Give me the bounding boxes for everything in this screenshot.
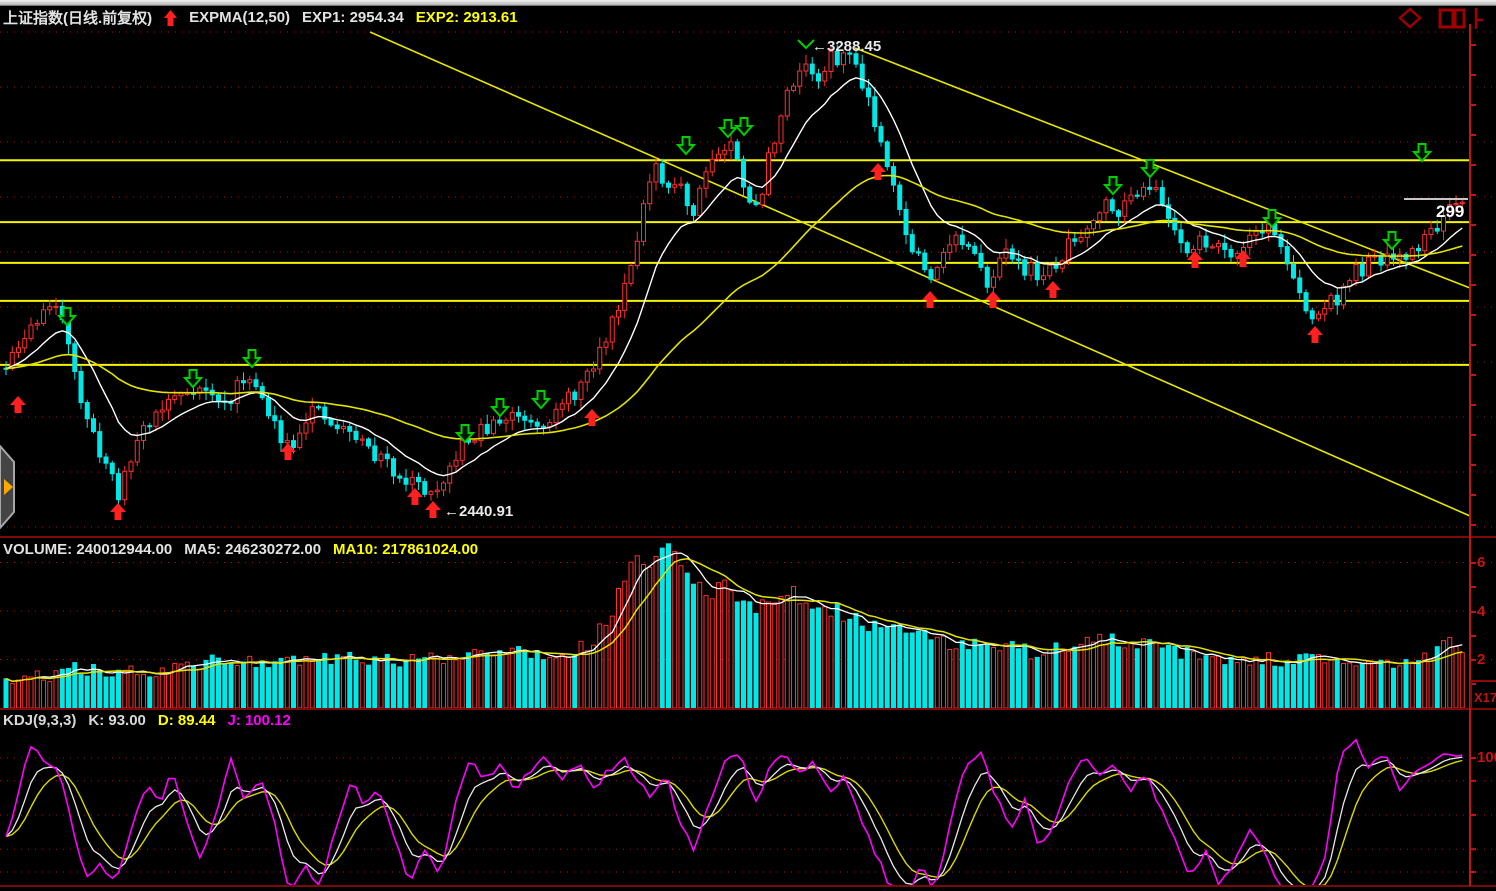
volume-ma5-value: MA5: 246230272.00 bbox=[184, 541, 321, 558]
sell-signal-arrow bbox=[1142, 160, 1158, 177]
price-pane-legend: 上证指数(日线.前复权) EXPMA(12,50) EXP1: 2954.34 … bbox=[3, 7, 518, 28]
buy-signal-arrow bbox=[10, 396, 26, 413]
buy-signal-arrow bbox=[425, 501, 441, 518]
sell-signal-arrow bbox=[1414, 144, 1430, 161]
window-controls bbox=[1392, 6, 1496, 30]
kdj-pane-legend: KDJ(9,3,3) K: 93.00 D: 89.44 J: 100.12 bbox=[3, 712, 291, 729]
grid-lines bbox=[0, 32, 1496, 872]
diamond-icon[interactable] bbox=[1400, 9, 1420, 27]
symbol-title: 上证指数(日线.前复权) bbox=[3, 7, 152, 28]
volume-axis-label-6: 6 bbox=[1477, 554, 1485, 571]
buy-signal-arrow bbox=[1187, 251, 1203, 268]
sell-signal-arrow bbox=[533, 391, 549, 408]
sell-signal-arrow bbox=[492, 399, 508, 416]
kdj-d-value: D: 89.44 bbox=[158, 712, 216, 729]
volume-value: VOLUME: 240012944.00 bbox=[3, 541, 172, 558]
sell-signal-arrow bbox=[1384, 232, 1400, 249]
volume-pane-legend: VOLUME: 240012944.00 MA5: 246230272.00 M… bbox=[3, 541, 478, 558]
trend-lines bbox=[370, 32, 1470, 516]
sell-signal-arrow bbox=[720, 120, 736, 137]
kdj-lines bbox=[6, 740, 1462, 886]
buy-signal-arrow bbox=[584, 409, 600, 426]
kdj-j-value: J: 100.12 bbox=[227, 712, 290, 729]
stock-app-window: 上证指数(日线.前复权) EXPMA(12,50) EXP1: 2954.34 … bbox=[0, 0, 1496, 891]
buy-signal-arrow bbox=[1307, 326, 1323, 343]
sell-signal-arrow bbox=[1105, 177, 1121, 194]
volume-bars bbox=[4, 544, 1464, 708]
up-arrow-icon bbox=[164, 10, 177, 26]
restore-window-icon[interactable] bbox=[1440, 8, 1483, 29]
sell-signal-arrow bbox=[678, 137, 694, 154]
last-price-pointer-line bbox=[1404, 198, 1468, 200]
volume-scale-label: X17 bbox=[1470, 680, 1496, 708]
support-level-lines bbox=[0, 160, 1470, 365]
exp1-value: EXP1: 2954.34 bbox=[302, 9, 404, 26]
window-top-edge bbox=[0, 0, 1496, 6]
high-price-annotation: ←3288.45 bbox=[812, 38, 881, 55]
candlesticks bbox=[4, 44, 1464, 507]
buy-signal-arrow bbox=[407, 488, 423, 505]
price-axis bbox=[1470, 24, 1476, 886]
kdj-name: KDJ(9,3,3) bbox=[3, 712, 76, 729]
buy-signal-arrow bbox=[985, 291, 1001, 308]
sell-signal-arrow bbox=[736, 118, 752, 135]
exp2-value: EXP2: 2913.61 bbox=[416, 9, 518, 26]
volume-axis-label-4: 4 bbox=[1477, 603, 1485, 620]
chart-canvas[interactable] bbox=[0, 0, 1496, 891]
low-price-annotation: ←2440.91 bbox=[444, 503, 513, 520]
buy-signal-arrow bbox=[110, 503, 126, 520]
kdj-k-value: K: 93.00 bbox=[88, 712, 146, 729]
buy-signal-arrow bbox=[922, 291, 938, 308]
indicator-name: EXPMA(12,50) bbox=[189, 9, 290, 26]
last-price-label: 299 bbox=[1436, 202, 1464, 222]
volume-ma10-value: MA10: 217861024.00 bbox=[333, 541, 478, 558]
buy-signal-arrow bbox=[1045, 281, 1061, 298]
signal-markers bbox=[10, 40, 1430, 520]
kdj-axis-label-100: 100 bbox=[1477, 749, 1496, 766]
sidebar-expand-handle[interactable] bbox=[0, 445, 24, 529]
volume-axis-label-2: 2 bbox=[1477, 651, 1485, 668]
sell-signal-arrow bbox=[185, 370, 201, 387]
